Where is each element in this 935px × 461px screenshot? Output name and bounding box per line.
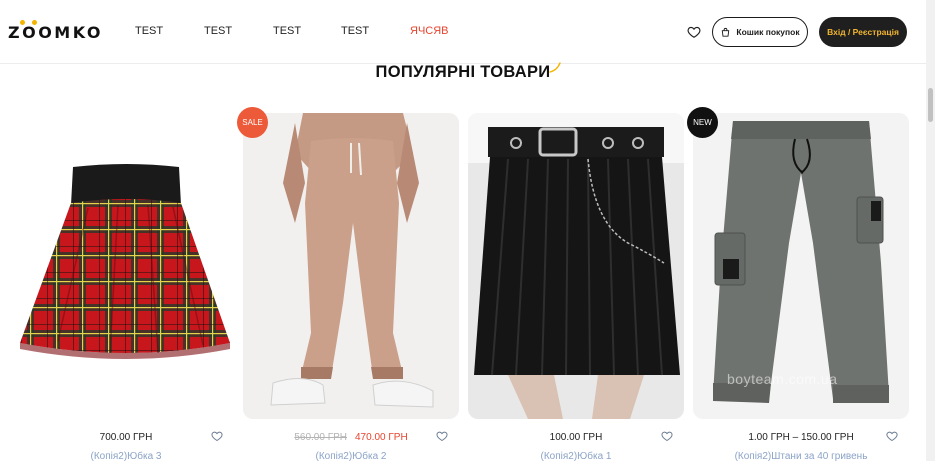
new-badge: NEW: [687, 107, 718, 138]
section-title: ПОПУЛЯРНІ ТОВАРИ: [375, 63, 551, 81]
add-to-wishlist-heart-icon[interactable]: [436, 430, 448, 442]
nav-item-test-4[interactable]: TEST: [341, 25, 369, 37]
product-image[interactable]: [18, 113, 234, 419]
product-card[interactable]: 100.00 ГРН (Копія2)Юбка 1: [468, 113, 684, 461]
price-row: 100.00 ГРН: [468, 430, 684, 444]
nav-item-test-1[interactable]: TEST: [135, 25, 163, 37]
product-name[interactable]: (Копія2)Юбка 1: [468, 451, 684, 461]
page: ZOOMKO TEST TEST TEST TEST ЯЧСЯВ Кошик п…: [0, 0, 935, 461]
product-name[interactable]: (Копія2)Юбка 2: [243, 451, 459, 461]
product-name[interactable]: (Копія2)Штани за 40 гривень: [693, 451, 909, 461]
logo-dots: [20, 20, 37, 25]
cart-button[interactable]: Кошик покупок: [712, 17, 808, 47]
price-row: 700.00 ГРН: [18, 430, 234, 444]
brand-logo[interactable]: ZOOMKO: [8, 20, 104, 42]
price-row: 1.00 ГРН – 150.00 ГРН: [693, 430, 909, 444]
nav-item-test-2[interactable]: TEST: [204, 25, 232, 37]
nav-item-test-3[interactable]: TEST: [273, 25, 301, 37]
scrollbar-thumb[interactable]: [928, 88, 933, 122]
page-scrollbar[interactable]: [926, 0, 935, 461]
add-to-wishlist-heart-icon[interactable]: [661, 430, 673, 442]
product-card[interactable]: 700.00 ГРН (Копія2)Юбка 3: [18, 113, 234, 461]
logo-text: ZOOMKO: [8, 22, 104, 42]
product-old-price: 560.00 ГРН: [294, 431, 347, 443]
product-name[interactable]: (Копія2)Юбка 3: [18, 451, 234, 461]
price-row: 560.00 ГРН 470.00 ГРН: [243, 430, 459, 444]
product-card[interactable]: NEW 1.00 ГРН – 150.00 ГРН (Копія2)Штани …: [687, 107, 909, 461]
product-card[interactable]: SALE 560.00 ГРН 470.00 ГРН (Копія2)Юбка …: [237, 107, 459, 461]
nav-item-highlight[interactable]: ЯЧСЯВ: [410, 25, 449, 37]
decor-swoosh-icon: [548, 60, 562, 74]
add-to-wishlist-heart-icon[interactable]: [211, 430, 223, 442]
product-price: 100.00 ГРН: [549, 431, 603, 443]
product-sale-price: 470.00 ГРН: [355, 431, 408, 443]
cart-icon: [720, 27, 731, 38]
product-price: 1.00 ГРН – 150.00 ГРН: [748, 431, 854, 443]
login-register-button[interactable]: Вхід / Реєстрація: [819, 17, 907, 47]
product-price: 700.00 ГРН: [99, 431, 153, 443]
add-to-wishlist-heart-icon[interactable]: [886, 430, 898, 442]
product-image[interactable]: [243, 113, 459, 419]
site-header: ZOOMKO TEST TEST TEST TEST ЯЧСЯВ Кошик п…: [0, 0, 935, 64]
sale-badge: SALE: [237, 107, 268, 138]
cart-label: Кошик покупок: [736, 27, 800, 37]
product-image[interactable]: [468, 113, 684, 419]
wishlist-heart-icon[interactable]: [687, 25, 701, 39]
image-watermark: boyteam.com.ua: [727, 371, 838, 387]
